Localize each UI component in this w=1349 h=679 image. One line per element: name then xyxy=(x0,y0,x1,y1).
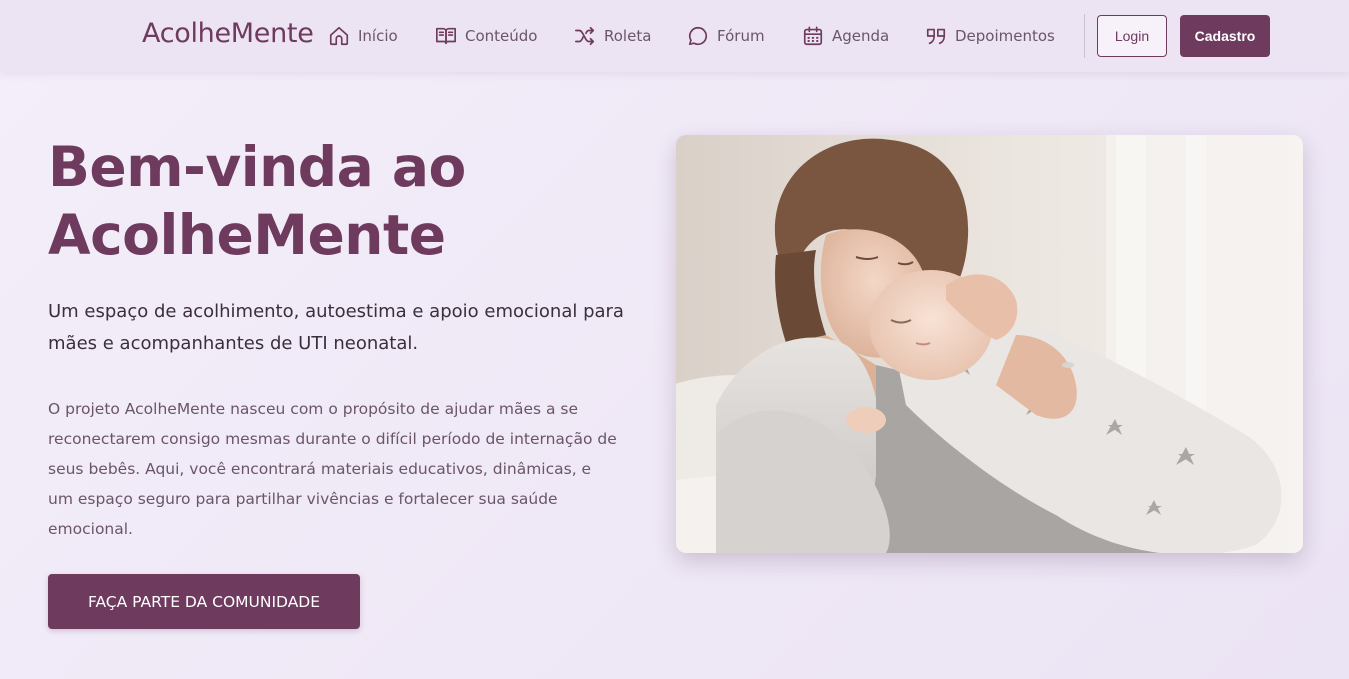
hero-photo-illustration xyxy=(676,135,1303,553)
chat-bubble-icon xyxy=(688,26,708,46)
nav-item-agenda[interactable]: Agenda xyxy=(802,22,889,50)
nav-label: Roleta xyxy=(604,27,652,45)
nav-divider xyxy=(1084,14,1085,58)
nav-item-roleta[interactable]: Roleta xyxy=(574,22,651,50)
nav-label: Fórum xyxy=(717,27,765,45)
login-button[interactable]: Login xyxy=(1097,15,1167,57)
nav-label: Início xyxy=(358,27,398,45)
join-community-button[interactable]: FAÇA PARTE DA COMUNIDADE xyxy=(48,574,360,629)
calendar-icon xyxy=(803,26,823,46)
hero-title-line1: Bem-vinda ao xyxy=(48,135,466,199)
hero-title-line2: AcolheMente xyxy=(48,203,446,267)
hero-description: O projeto AcolheMente nasceu com o propó… xyxy=(48,400,617,538)
nav-item-inicio[interactable]: Início xyxy=(328,22,398,50)
book-open-icon xyxy=(436,27,456,45)
hero-subtitle: Um espaço de acolhimento, autoestima e a… xyxy=(48,301,624,354)
nav-item-conteudo[interactable]: Conteúdo xyxy=(435,22,537,50)
nav-label: Agenda xyxy=(832,27,890,45)
quote-icon xyxy=(926,28,946,45)
nav-label: Depoimentos xyxy=(955,27,1055,45)
home-icon xyxy=(329,26,349,46)
nav-item-depoimentos[interactable]: Depoimentos xyxy=(925,22,1055,50)
signup-button[interactable]: Cadastro xyxy=(1180,15,1270,57)
nav-item-forum[interactable]: Fórum xyxy=(687,22,765,50)
hero-image-mother-and-baby xyxy=(676,135,1303,553)
shuffle-icon xyxy=(575,26,595,46)
brand-logo[interactable]: AcolheMente xyxy=(142,18,314,49)
top-navbar: AcolheMente Início Conteúdo Roleta Fórum xyxy=(0,0,1349,72)
nav-label: Conteúdo xyxy=(465,27,538,45)
hero-title: Bem-vinda ao AcolheMente xyxy=(48,133,608,269)
